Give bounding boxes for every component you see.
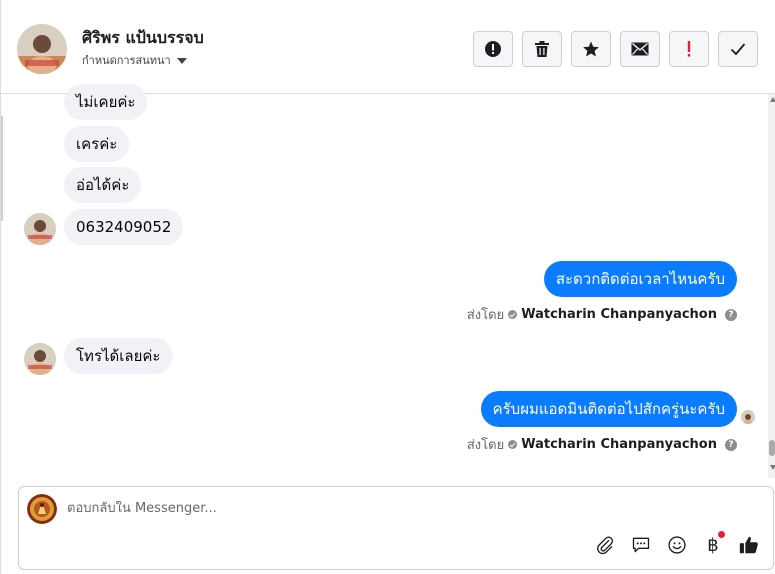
sent-by-prefix: ส่งโดย [466, 438, 505, 453]
baht-payment-icon: ฿ [707, 534, 719, 556]
report-spam-button[interactable] [473, 31, 513, 67]
contact-name: ศิริพร แป้นบรรจบ [82, 28, 204, 47]
sent-by-label: ส่งโดย Watcharin Chanpanyachon ? [467, 434, 737, 455]
delete-button[interactable] [522, 31, 562, 67]
mark-important-button[interactable] [669, 31, 709, 67]
message-incoming: 0632409052 [64, 209, 184, 245]
emoji-button[interactable] [665, 533, 689, 557]
verified-check-icon [508, 440, 518, 449]
message-outgoing: ครับผมแอดมินติดต่อไปสักครู่นะครับ [480, 391, 737, 427]
composer-tools: ฿ [593, 531, 761, 557]
help-icon[interactable]: ? [725, 308, 737, 321]
reply-composer: ฿ [18, 486, 774, 570]
emoji-icon [668, 536, 686, 554]
conversation-header: ศิริพร แป้นบรรจบ กำหนดการสนทนา [1, 0, 775, 94]
sent-by-prefix: ส่งโดย [466, 308, 505, 323]
thumbs-up-icon [739, 536, 758, 554]
reply-input[interactable] [67, 501, 567, 516]
message-incoming: อ่อได้ค่ะ [64, 167, 142, 203]
exclamation-circle-icon [485, 41, 501, 57]
conversation-panel: ศิริพร แป้นบรรจบ กำหนดการสนทนา ไม่เคยค่ะ… [0, 0, 775, 574]
attach-button[interactable] [593, 533, 617, 557]
mark-done-button[interactable] [718, 31, 758, 67]
page-avatar [27, 494, 57, 524]
contact-avatar-small [24, 213, 56, 245]
mark-unread-button[interactable] [620, 31, 660, 67]
contact-avatar-small [24, 343, 56, 375]
payment-button[interactable]: ฿ [701, 531, 725, 557]
notification-dot [718, 531, 725, 538]
message-outgoing: สะดวกติดต่อเวลาไหนครับ [543, 261, 737, 297]
seen-indicator-avatar [741, 410, 755, 424]
assign-conversation-dropdown[interactable]: กำหนดการสนทนา [82, 51, 187, 69]
message-incoming: ไม่เคยค่ะ [64, 84, 148, 120]
sender-name: Watcharin Chanpanyachon [521, 437, 717, 452]
like-button[interactable] [737, 533, 761, 557]
left-edge-divider [1, 116, 3, 221]
message-incoming: โทรได้เลยค่ะ [64, 338, 173, 374]
message-incoming: เครค่ะ [64, 126, 130, 162]
header-actions [473, 31, 758, 67]
message-scrollbar[interactable] [768, 94, 775, 478]
trash-icon [535, 41, 549, 57]
saved-replies-icon [632, 537, 650, 553]
sent-by-label: ส่งโดย Watcharin Chanpanyachon ? [467, 304, 737, 325]
caret-down-icon [176, 57, 187, 64]
sender-name: Watcharin Chanpanyachon [521, 307, 717, 322]
verified-check-icon [508, 310, 518, 319]
envelope-icon [631, 42, 649, 56]
star-icon [583, 41, 599, 57]
help-icon[interactable]: ? [725, 438, 737, 451]
scrollbar-thumb[interactable] [769, 440, 775, 456]
scroll-down-arrow-icon[interactable] [770, 465, 775, 470]
assign-conversation-label: กำหนดการสนทนา [82, 54, 171, 67]
saved-replies-button[interactable] [629, 533, 653, 557]
star-button[interactable] [571, 31, 611, 67]
checkmark-icon [730, 43, 746, 56]
scroll-up-arrow-icon[interactable] [770, 97, 775, 102]
exclamation-icon [687, 41, 691, 57]
contact-avatar[interactable] [17, 24, 67, 74]
attachment-icon [597, 536, 614, 555]
